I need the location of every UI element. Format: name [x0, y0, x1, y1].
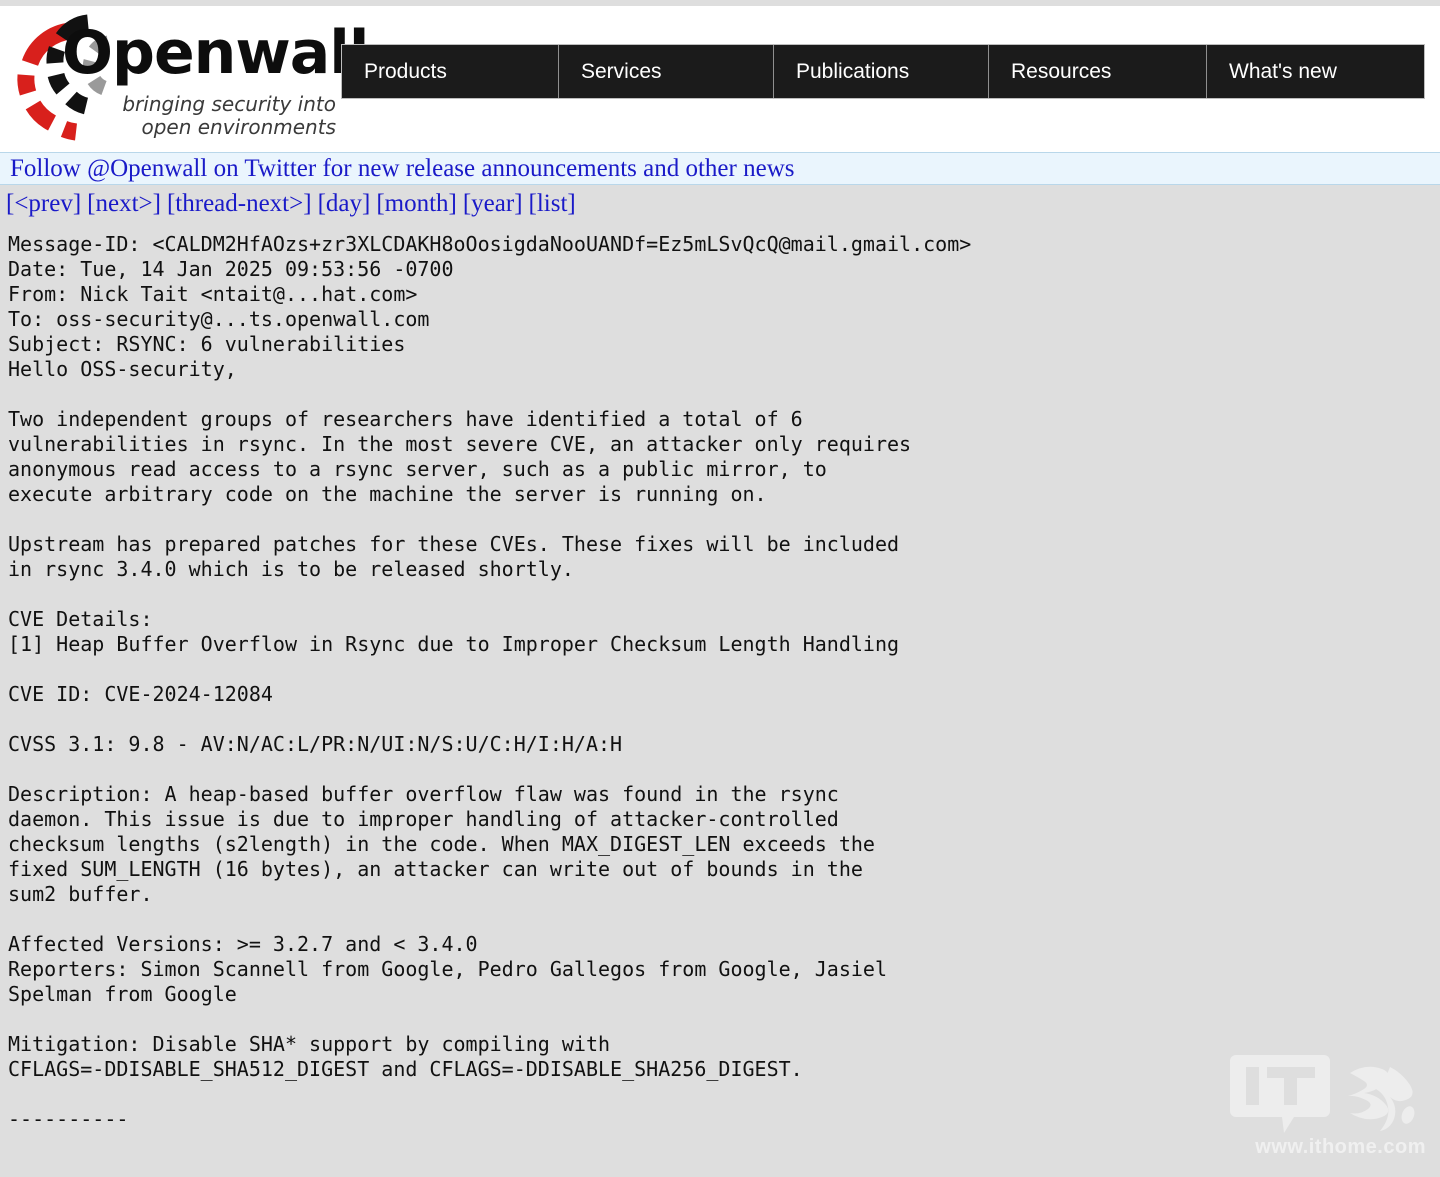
main-navigation: Products Services Publications Resources…: [341, 44, 1425, 99]
header-to: To: oss-security@...ts.openwall.com: [8, 307, 430, 331]
message-body: Hello OSS-security, Two independent grou…: [8, 357, 912, 1131]
logo-tagline-line2: open environments: [141, 115, 336, 139]
nav-item-resources[interactable]: Resources: [989, 45, 1207, 98]
nav-item-publications[interactable]: Publications: [774, 45, 989, 98]
thread-nav-month[interactable]: [month]: [376, 190, 457, 217]
twitter-banner-link[interactable]: Follow @Openwall on Twitter for new rele…: [10, 155, 795, 183]
thread-nav-next[interactable]: [next>]: [87, 190, 161, 217]
header-from: From: Nick Tait <ntait@...hat.com>: [8, 282, 418, 306]
twitter-announcement-banner: Follow @Openwall on Twitter for new rele…: [0, 152, 1440, 185]
header-subject: Subject: RSYNC: 6 vulnerabilities: [8, 332, 406, 356]
thread-nav-day[interactable]: [day]: [318, 190, 371, 217]
logo-wordmark: Openwall: [62, 18, 369, 88]
nav-item-services[interactable]: Services: [559, 45, 774, 98]
site-logo[interactable]: Openwall bringing security into open env…: [16, 9, 369, 145]
mail-message: Message-ID: <CALDM2HfAOzs+zr3XLCDAKH8oOo…: [8, 232, 1440, 1132]
watermark-url: www.ithome.com: [1255, 1136, 1426, 1158]
thread-nav-list[interactable]: [list]: [529, 190, 576, 217]
header-message-id: Message-ID: <CALDM2HfAOzs+zr3XLCDAKH8oOo…: [8, 232, 972, 256]
logo-tagline: bringing security into open environments: [74, 93, 336, 139]
thread-nav-prev[interactable]: [<prev]: [6, 190, 81, 217]
thread-nav-year[interactable]: [year]: [463, 190, 523, 217]
site-header: Openwall bringing security into open env…: [0, 6, 1440, 152]
logo-tagline-line1: bringing security into: [122, 92, 336, 116]
thread-nav-thread-next[interactable]: [thread-next>]: [167, 190, 312, 217]
nav-item-products[interactable]: Products: [342, 45, 559, 98]
thread-navigation: [<prev] [next>] [thread-next>] [day] [month]…: [0, 185, 1440, 218]
nav-item-whats-new[interactable]: What's new: [1207, 45, 1424, 98]
header-date: Date: Tue, 14 Jan 2025 09:53:56 -0700: [8, 257, 454, 281]
